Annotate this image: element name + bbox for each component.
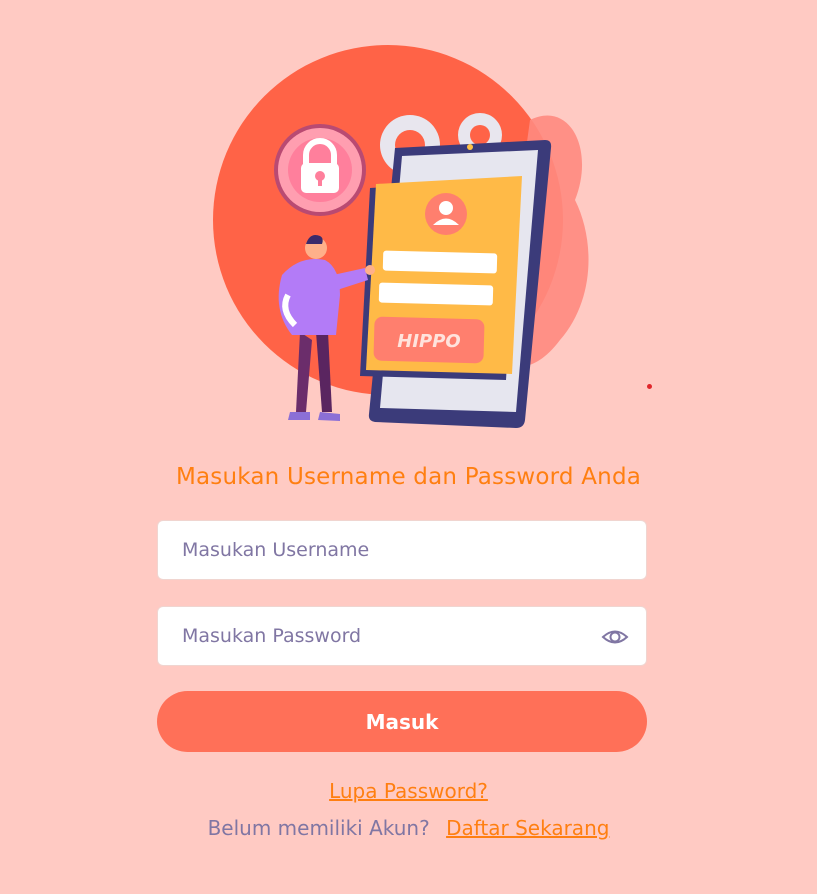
brand-text: HIPPO xyxy=(397,331,460,352)
password-input[interactable] xyxy=(158,607,646,665)
username-field-container[interactable] xyxy=(157,520,647,580)
red-dot xyxy=(647,384,652,389)
register-link[interactable]: Daftar Sekarang xyxy=(446,816,609,840)
username-input[interactable] xyxy=(158,521,646,579)
forgot-password-row: Lupa Password? xyxy=(0,779,817,803)
forgot-password-link[interactable]: Lupa Password? xyxy=(329,779,488,803)
register-row: Belum memiliki Akun? Daftar Sekarang xyxy=(0,816,817,840)
login-illustration: HIPPO xyxy=(213,45,589,428)
eye-icon[interactable] xyxy=(600,624,630,650)
register-prompt: Belum memiliki Akun? xyxy=(207,816,430,840)
password-field-container[interactable] xyxy=(157,606,647,666)
login-button[interactable]: Masuk xyxy=(157,691,647,752)
login-heading: Masukan Username dan Password Anda xyxy=(175,464,642,490)
lock-icon xyxy=(274,124,366,216)
login-card-illustration: HIPPO xyxy=(360,176,522,380)
